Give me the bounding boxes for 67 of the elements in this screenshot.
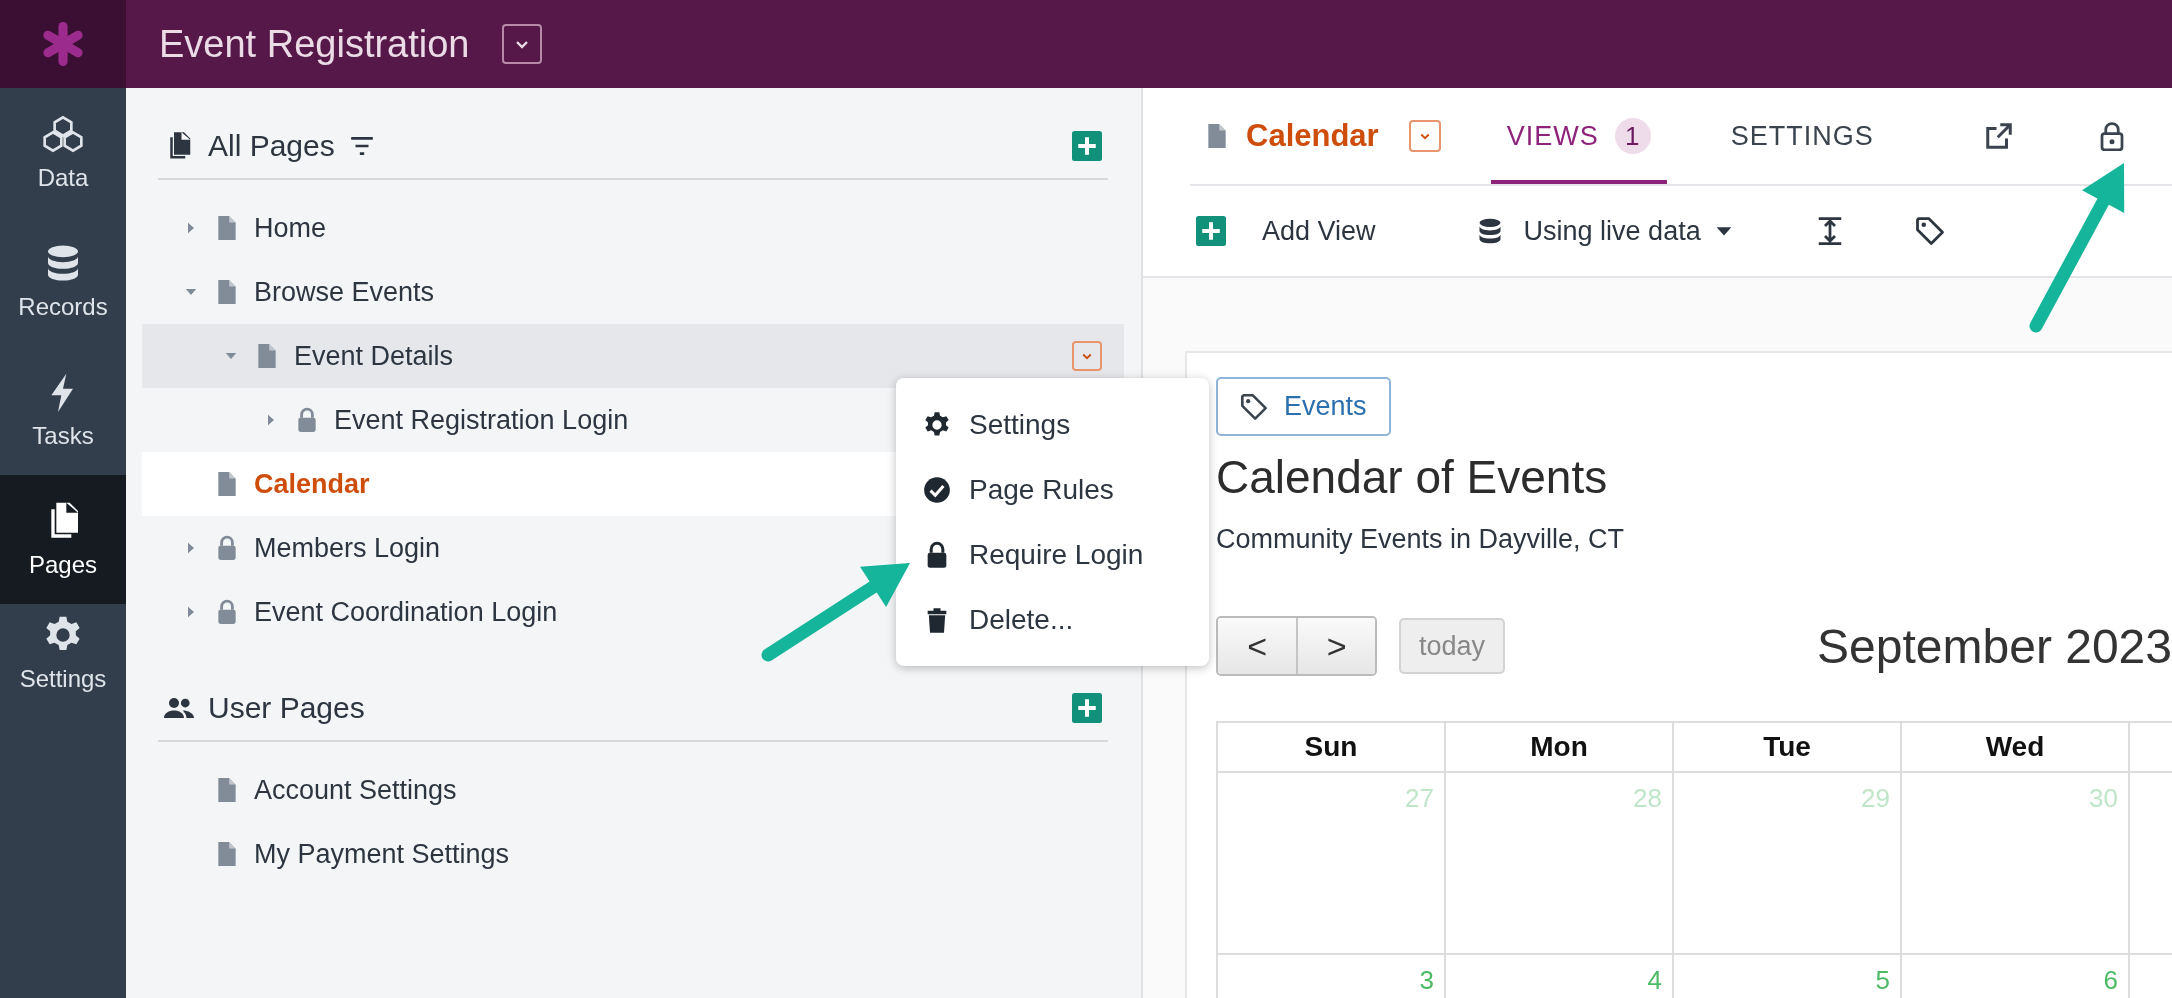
page-item[interactable]: Members Login: [142, 516, 896, 580]
date-number: 28: [1633, 783, 1662, 814]
app-title: Event Registration: [159, 22, 470, 66]
nav-item[interactable]: Settings: [0, 604, 126, 704]
section-title: User Pages: [208, 691, 365, 725]
page-title: Calendar: [1246, 118, 1379, 154]
settings-icon: [923, 410, 951, 439]
nav-item[interactable]: Pages: [0, 475, 126, 604]
next-button[interactable]: >: [1296, 618, 1375, 674]
count-badge: 1: [1614, 118, 1651, 154]
page-item[interactable]: Browse Events: [142, 260, 896, 324]
weekday-header: Tue: [1674, 723, 1902, 773]
add-view-icon[interactable]: [1196, 216, 1226, 246]
weekday-header: Mon: [1446, 723, 1674, 773]
page-name: Event Coordination Login: [254, 596, 558, 628]
menu-item[interactable]: Settings: [896, 392, 1209, 457]
date-number: 6: [2103, 965, 2118, 996]
date-number: 4: [1647, 965, 1662, 996]
add-button[interactable]: [1072, 693, 1102, 723]
page-item[interactable]: My Payment Settings: [142, 822, 896, 886]
page-name: Account Settings: [254, 774, 457, 806]
previous-button[interactable]: <: [1218, 618, 1297, 674]
section-title: All Pages: [208, 129, 335, 163]
weekday-header: Wed: [1902, 723, 2130, 773]
menu-item[interactable]: Require Login: [896, 522, 1209, 587]
add-button[interactable]: [1072, 131, 1102, 161]
view-title: Calendar of Events: [1216, 450, 1609, 504]
check-circle-icon: [923, 475, 951, 504]
page-item[interactable]: Account Settings: [142, 758, 896, 822]
page-item[interactable]: Event Registration Login: [142, 388, 896, 452]
month-title: September 2023: [1817, 618, 2172, 674]
page-name: My Payment Settings: [254, 838, 510, 870]
tag-button[interactable]: Events: [1216, 377, 1391, 436]
page-item[interactable]: Event Coordination Login: [142, 580, 896, 644]
tab[interactable]: SETTINGS: [1714, 88, 1890, 184]
date-number: 30: [2089, 783, 2118, 814]
menu-item[interactable]: Delete...: [896, 587, 1209, 652]
date-number: 5: [1875, 965, 1890, 996]
page-name: Browse Events: [254, 276, 435, 308]
dropdown-button[interactable]: [501, 24, 542, 64]
page-item[interactable]: Event Details: [142, 324, 1124, 388]
page-item[interactable]: Calendar: [142, 452, 896, 516]
page-name: Calendar: [254, 468, 370, 500]
tag-icon: [1240, 392, 1268, 421]
page-name: Event Details: [294, 340, 454, 372]
cubes-icon: [43, 113, 83, 154]
data-source-dropdown[interactable]: Using live data: [1475, 215, 1735, 247]
dropdown-button[interactable]: [1072, 341, 1102, 371]
weekday-header: Sun: [1218, 723, 1446, 773]
page-item[interactable]: Home: [142, 196, 896, 260]
page-name: Members Login: [254, 532, 441, 564]
date-number: 3: [1419, 965, 1434, 996]
tab[interactable]: VIEWS 1: [1490, 88, 1667, 184]
tag-icon[interactable]: [1914, 216, 1945, 246]
external-link-icon[interactable]: [1983, 121, 2014, 151]
date-number: 27: [1405, 783, 1434, 814]
nav-item[interactable]: Records: [0, 217, 126, 346]
asterisk-logo-icon: [41, 22, 85, 66]
add-view-button[interactable]: Add View: [1262, 215, 1376, 247]
page-name: Home: [254, 212, 327, 244]
nav-item[interactable]: Tasks: [0, 346, 126, 475]
menu-item[interactable]: Page Rules: [896, 457, 1209, 522]
date-number: 29: [1861, 783, 1890, 814]
view-subtitle: Community Events in Dayville, CT: [1216, 524, 1626, 555]
nav-item[interactable]: Data: [0, 88, 126, 217]
dropdown-button[interactable]: [1408, 120, 1441, 152]
page-name: Event Registration Login: [334, 404, 629, 436]
